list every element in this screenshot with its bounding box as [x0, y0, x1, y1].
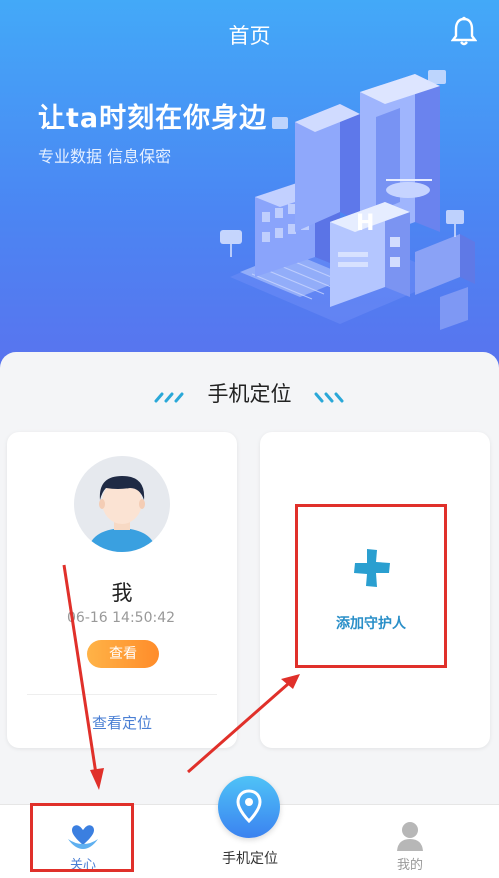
section-title: 手机定位 — [207, 382, 292, 406]
tab-location[interactable] — [218, 776, 280, 838]
location-pin-icon — [236, 789, 262, 823]
title-decoration-right — [314, 392, 344, 403]
person-icon — [397, 822, 423, 851]
avatar — [74, 456, 170, 552]
add-guardian-highlight[interactable]: 添加守护人 — [295, 504, 447, 668]
tab-care-highlight — [30, 803, 134, 872]
add-guardian-card[interactable]: 添加守护人 — [260, 432, 490, 748]
add-guardian-label: 添加守护人 — [336, 616, 406, 632]
user-avatar-icon — [88, 476, 156, 552]
tab-location-label: 手机定位 — [222, 851, 278, 867]
user-name: 我 — [111, 581, 133, 605]
view-button[interactable]: 查看 — [87, 640, 159, 668]
view-location-link[interactable]: 查看定位 — [7, 712, 237, 733]
tab-mine-label: 我的 — [396, 858, 423, 873]
city-illustration: H — [220, 70, 475, 330]
plus-icon — [354, 549, 390, 587]
hero-banner: 首页 让ta时刻在你身边 专业数据 信息保密 H — [0, 0, 499, 380]
bell-icon[interactable] — [450, 16, 478, 50]
page-title: 首页 — [228, 24, 271, 48]
tab-mine[interactable]: 我的 — [370, 805, 450, 878]
my-location-card[interactable]: 我 06-16 14:50:42 查看 查看定位 — [7, 432, 237, 748]
divider — [27, 694, 217, 695]
svg-text:H: H — [356, 211, 374, 236]
last-update-time: 06-16 14:50:42 — [67, 610, 176, 626]
hero-subtitle: 专业数据 信息保密 — [38, 147, 172, 166]
